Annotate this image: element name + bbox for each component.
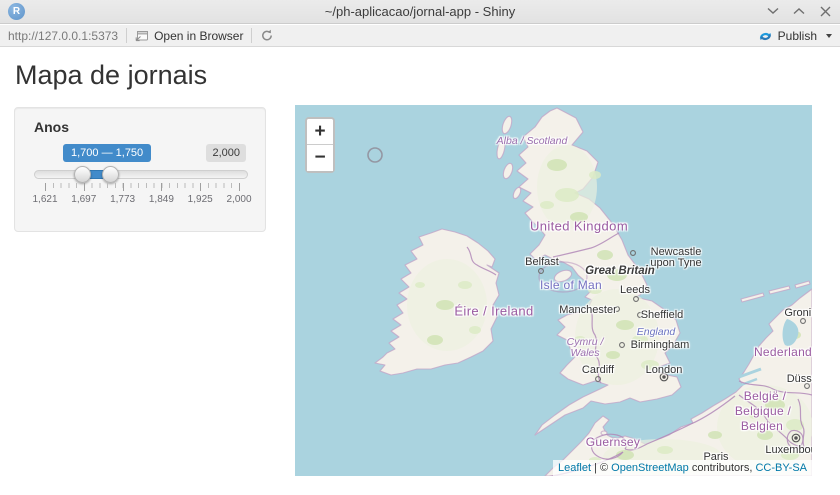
publish-label: Publish <box>778 29 817 43</box>
map-label-wales: Wales <box>571 347 600 359</box>
license-link[interactable]: CC-BY-SA <box>755 462 807 474</box>
slider-max-label: 2,000 <box>206 144 246 162</box>
map-attribution: Leaflet | © OpenStreetMap contributors, … <box>553 460 812 476</box>
slider-grid: 1,621 1,697 1,773 1,849 1,925 2,000 <box>34 183 248 207</box>
map-label-ireland: Éire / Ireland <box>454 304 533 319</box>
map-label-belgien: Belgien <box>741 419 783 433</box>
leaflet-link[interactable]: Leaflet <box>558 462 591 474</box>
tick-label: 1,621 <box>32 194 57 205</box>
map-label-london: London <box>646 364 683 376</box>
tick-label: 1,849 <box>149 194 174 205</box>
viewer-toolbar: http://127.0.0.1:5373 Open in Browser <box>0 25 840 47</box>
refresh-icon <box>260 29 274 42</box>
slider-handle-from[interactable] <box>74 166 91 183</box>
tick-label: 1,925 <box>188 194 213 205</box>
slider-range-tooltip: 1,700 — 1,750 <box>63 144 151 162</box>
maximize-icon[interactable] <box>792 4 806 18</box>
map-label-luxembourg: Luxembourg <box>765 444 812 456</box>
map-label-isle-of-man: Isle of Man <box>540 278 602 292</box>
zoom-out-button[interactable]: − <box>307 145 333 171</box>
attribution-text: contributors, <box>689 462 756 474</box>
toolbar-separator <box>126 28 127 43</box>
slider-title: Anos <box>34 119 69 135</box>
app-url-label: http://127.0.0.1:5373 <box>8 29 118 43</box>
refresh-button[interactable] <box>260 29 274 42</box>
close-icon[interactable] <box>818 4 832 18</box>
open-in-browser-label: Open in Browser <box>154 29 243 43</box>
map-label-belfast: Belfast <box>525 256 559 268</box>
tick-label: 2,000 <box>226 194 251 205</box>
window-titlebar: R ~/ph-aplicacao/jornal-app - Shiny <box>0 0 840 24</box>
publish-button[interactable]: Publish <box>758 29 817 43</box>
browser-window-icon <box>135 30 149 42</box>
sidebar-panel: Anos 1,700 — 1,750 2,000 1,621 1,697 1,7… <box>14 107 266 232</box>
attribution-text: | © <box>591 462 611 474</box>
map-label-manchester: Manchester <box>559 304 616 316</box>
open-in-browser-button[interactable]: Open in Browser <box>135 29 243 43</box>
map-label-guernsey: Guernsey <box>586 435 640 449</box>
slider-handle-to[interactable] <box>102 166 119 183</box>
page-title: Mapa de jornais <box>15 60 207 91</box>
window-title: ~/ph-aplicacao/jornal-app - Shiny <box>0 4 840 19</box>
map-label-birmingham: Birmingham <box>631 339 690 351</box>
map-label-newcastle-2: upon Tyne <box>650 257 701 269</box>
publish-dropdown-caret[interactable] <box>826 34 832 38</box>
slider-minor-ticks <box>45 183 240 188</box>
minimize-icon[interactable] <box>766 4 780 18</box>
map-label-cardiff: Cardiff <box>582 364 614 376</box>
map-circle-marker <box>368 148 382 162</box>
map-label-great-britain: Great Britain <box>585 265 655 277</box>
leaflet-map[interactable]: Alba / Scotland United Kingdom Newcastle… <box>295 105 812 476</box>
slider-track[interactable] <box>34 170 248 179</box>
toolbar-separator <box>251 28 252 43</box>
map-label-sheffield: Sheffield <box>641 309 684 321</box>
map-zoom-control: + − <box>305 117 335 173</box>
map-label-scotland: Alba / Scotland <box>497 135 568 147</box>
tick-label: 1,773 <box>110 194 135 205</box>
rstudio-shiny-window: R ~/ph-aplicacao/jornal-app - Shiny http… <box>0 0 840 495</box>
map-label-nederland: Nederland <box>754 345 812 359</box>
map-label-groningen: Groningen <box>784 307 812 319</box>
map-label-england: England <box>637 326 676 338</box>
map-label-leeds: Leeds <box>620 284 650 296</box>
map-label-united-kingdom: United Kingdom <box>530 219 628 234</box>
map-label-belgie: België / <box>744 389 786 403</box>
openstreetmap-link[interactable]: OpenStreetMap <box>611 462 689 474</box>
zoom-in-button[interactable]: + <box>307 119 333 145</box>
tick-label: 1,697 <box>71 194 96 205</box>
map-label-belgique: Belgique / <box>735 404 791 418</box>
publish-icon <box>758 29 773 43</box>
map-label-dusseldorf: Düsseldorf <box>787 373 812 385</box>
